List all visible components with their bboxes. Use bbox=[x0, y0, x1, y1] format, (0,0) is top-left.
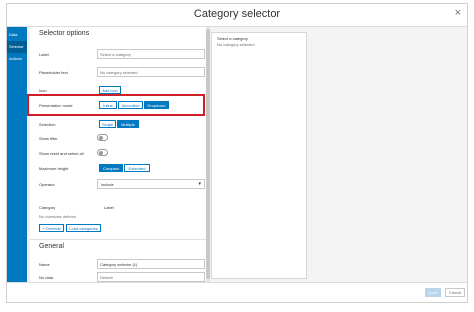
maximum-height-label: Maximum height bbox=[39, 166, 69, 171]
operator-label: Operator bbox=[39, 182, 55, 187]
presentation-mode-highlight bbox=[27, 94, 205, 116]
category-label: Category bbox=[39, 205, 56, 210]
panel-scrollbar[interactable] bbox=[206, 27, 210, 282]
multiple-button[interactable]: Multiple bbox=[117, 120, 139, 128]
preview-subtitle: No category selected bbox=[217, 42, 255, 47]
tab-actions[interactable]: Actions bbox=[7, 53, 27, 65]
load-categories-button[interactable]: Load categories bbox=[66, 224, 101, 232]
no-overrides-text: No overrides defined bbox=[39, 214, 76, 219]
row-name: Name Category selector (1) bbox=[37, 259, 205, 271]
placeholder-text-label: Placeholder text bbox=[39, 70, 68, 75]
tab-data[interactable]: Data bbox=[7, 29, 27, 41]
cancel-button[interactable]: Cancel bbox=[445, 288, 465, 297]
row-override-actions: + Override Load categories bbox=[37, 223, 203, 235]
section-heading-general: General bbox=[39, 243, 64, 250]
no-data-input[interactable]: Default bbox=[97, 272, 205, 282]
single-button[interactable]: Single bbox=[99, 120, 116, 128]
show-filter-toggle[interactable] bbox=[97, 134, 108, 141]
placeholder-text-input[interactable]: No category selected bbox=[97, 67, 205, 77]
no-data-label: No data bbox=[39, 275, 54, 280]
row-label: Label Select a category bbox=[37, 49, 205, 61]
row-no-overrides: No overrides defined bbox=[37, 211, 203, 223]
selection-label: Selection bbox=[39, 122, 56, 127]
dialog-title: Category selector bbox=[193, 8, 281, 20]
row-show-filter: Show filter bbox=[37, 133, 203, 145]
row-show-reset: Show reset and select all bbox=[37, 148, 203, 160]
category-value: Label bbox=[104, 205, 114, 210]
section-heading-selector-options: Selector options bbox=[39, 30, 90, 37]
chevron-down-icon: ▾ bbox=[198, 181, 201, 187]
section-divider bbox=[30, 239, 206, 240]
row-placeholder-text: Placeholder text No category selected bbox=[37, 67, 205, 79]
name-input[interactable]: Category selector (1) bbox=[97, 259, 205, 269]
name-label: Name bbox=[39, 262, 50, 267]
row-selection: Selection Single Multiple bbox=[37, 119, 203, 131]
compact-button[interactable]: Compact bbox=[99, 164, 123, 172]
show-reset-toggle[interactable] bbox=[97, 149, 108, 156]
operator-value: include bbox=[101, 182, 114, 187]
show-filter-label: Show filter bbox=[39, 136, 58, 141]
category-selector-preview: Select a category No category selected bbox=[211, 32, 307, 279]
icon-label: Icon bbox=[39, 88, 47, 93]
row-no-data: No data Default bbox=[37, 272, 205, 282]
tab-selector[interactable]: Selector bbox=[7, 41, 27, 53]
label-input[interactable]: Select a category bbox=[97, 49, 205, 59]
show-reset-label: Show reset and select all bbox=[39, 151, 84, 156]
scrollbar-thumb[interactable] bbox=[206, 29, 210, 279]
row-maximum-height: Maximum height Compact Extended bbox=[37, 163, 203, 175]
side-tabs: Data Selector Actions bbox=[7, 27, 27, 297]
category-selector-dialog: Category selector × Data Selector Action… bbox=[6, 3, 468, 303]
operator-select[interactable]: include ▾ bbox=[97, 179, 205, 189]
extended-button[interactable]: Extended bbox=[124, 164, 150, 172]
dialog-footer: Done Cancel bbox=[7, 282, 467, 302]
done-button[interactable]: Done bbox=[425, 288, 441, 297]
preview-title: Select a category bbox=[217, 36, 248, 41]
close-icon[interactable]: × bbox=[455, 7, 461, 19]
selector-options-panel: Selector options Label Select a category… bbox=[30, 27, 207, 282]
row-operator: Operator include ▾ bbox=[37, 179, 205, 191]
add-icon-button[interactable]: Add icon bbox=[99, 86, 121, 94]
label-label: Label bbox=[39, 52, 49, 57]
override-button[interactable]: + Override bbox=[39, 224, 64, 232]
title-bar: Category selector × bbox=[7, 4, 467, 27]
